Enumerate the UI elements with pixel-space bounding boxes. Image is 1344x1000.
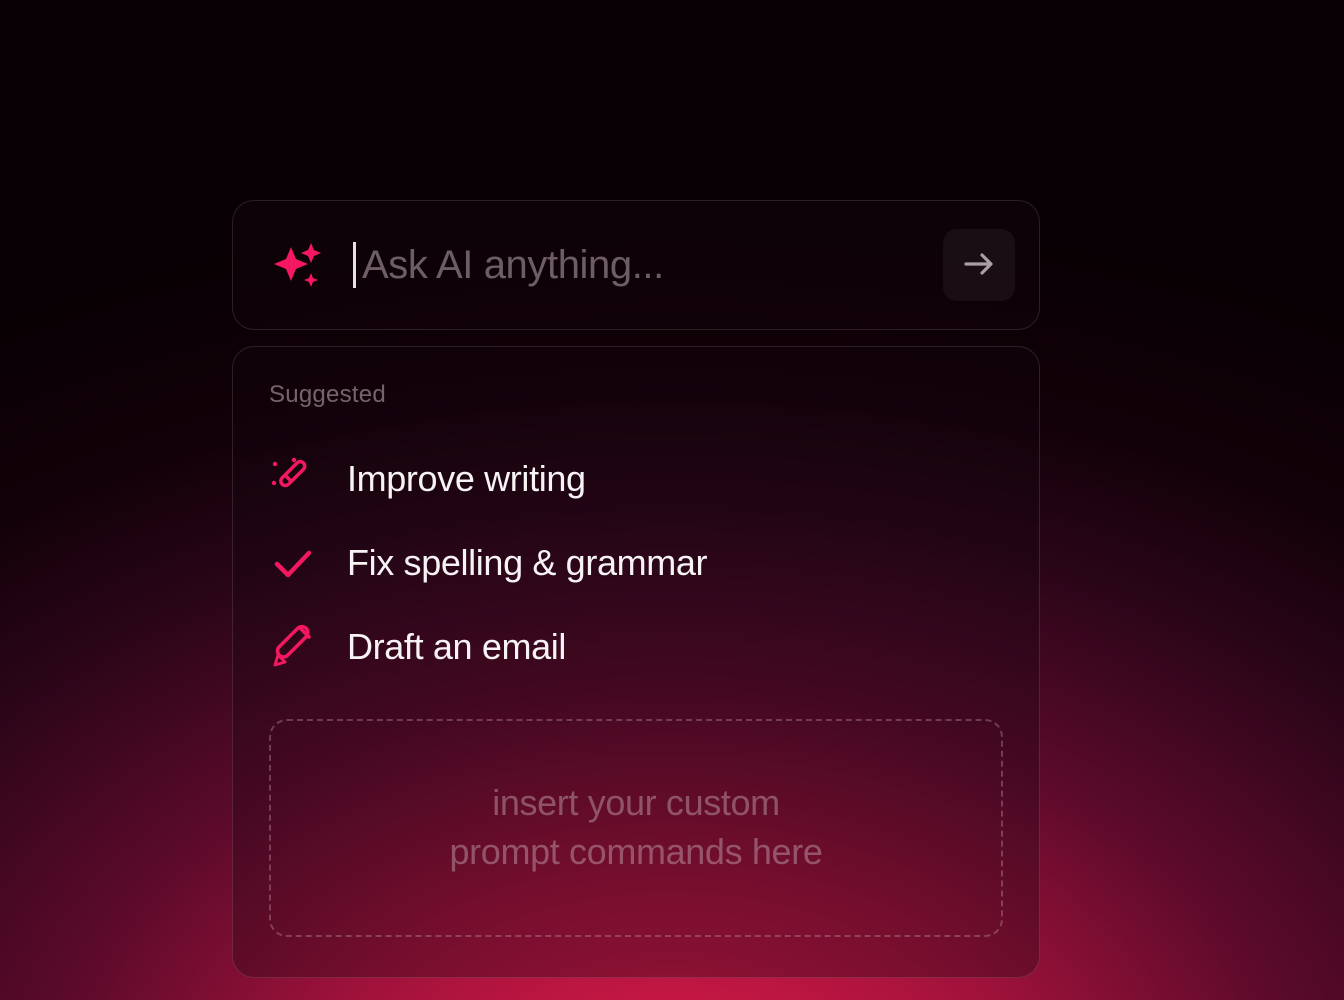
check-icon (269, 539, 317, 587)
suggestion-label: Fix spelling & grammar (347, 542, 707, 584)
suggestion-label: Draft an email (347, 626, 566, 668)
prompt-input-card: Ask AI anything... (232, 200, 1040, 330)
suggestions-card: Suggested Improve writing Fix spelling & (232, 346, 1040, 978)
suggestion-fix-spelling-grammar[interactable]: Fix spelling & grammar (269, 521, 1003, 605)
prompt-input[interactable]: Ask AI anything... (353, 242, 915, 288)
pencil-icon (269, 623, 317, 671)
sparkle-icon (269, 237, 325, 293)
custom-prompt-dropzone[interactable]: insert your custom prompt commands here (269, 719, 1003, 937)
text-caret (353, 242, 356, 288)
custom-dropzone-text: insert your custom prompt commands here (450, 779, 823, 876)
arrow-right-icon (960, 245, 998, 286)
send-button[interactable] (943, 229, 1015, 301)
prompt-placeholder-text: Ask AI anything... (362, 243, 664, 288)
suggestion-draft-email[interactable]: Draft an email (269, 605, 1003, 689)
magic-wand-icon (269, 455, 317, 503)
suggestion-label: Improve writing (347, 458, 586, 500)
suggestions-heading: Suggested (269, 381, 1003, 409)
suggestion-improve-writing[interactable]: Improve writing (269, 437, 1003, 521)
